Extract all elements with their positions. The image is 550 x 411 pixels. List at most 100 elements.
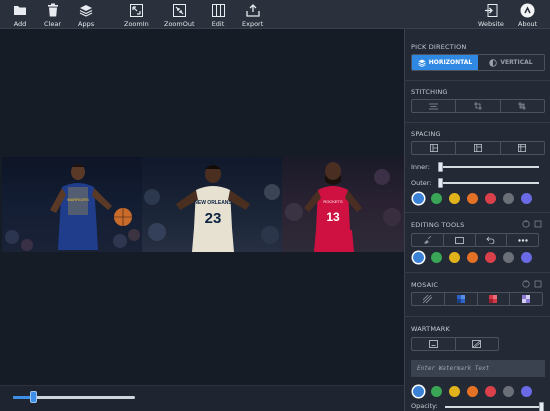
color-swatch[interactable]	[503, 252, 514, 263]
color-swatch[interactable]	[413, 386, 424, 397]
color-swatch[interactable]	[521, 252, 532, 263]
color-swatch[interactable]	[449, 386, 460, 397]
clear-button[interactable]: Clear	[44, 2, 61, 28]
editing-tools	[411, 233, 539, 247]
color-swatch[interactable]	[431, 252, 442, 263]
toolbar: Add Clear Apps ZoomIn ZoomOut Edit Expor…	[0, 0, 550, 29]
spacing-options	[411, 141, 545, 155]
add-button[interactable]: Add	[12, 2, 28, 28]
more-icon	[517, 238, 528, 242]
photo-player-1[interactable]: WARRIORS	[2, 157, 142, 252]
vertical-button[interactable]: VERTICAL	[478, 55, 544, 70]
outer-slider-thumb[interactable]	[438, 178, 443, 188]
opacity-slider-track[interactable]	[445, 406, 543, 408]
apps-button[interactable]: Apps	[78, 2, 94, 28]
color-swatch[interactable]	[449, 252, 460, 263]
outer-label: Outer:	[411, 179, 432, 187]
color-swatch[interactable]	[467, 252, 478, 263]
reset-icon[interactable]	[522, 280, 530, 288]
pick-direction-title: PICK DIRECTION	[411, 43, 467, 51]
watermark-options	[411, 337, 499, 351]
color-swatch[interactable]	[503, 193, 514, 204]
website-button[interactable]: Website	[478, 2, 504, 28]
mosaic-red-button[interactable]	[478, 293, 511, 305]
layers-icon	[78, 2, 94, 18]
more-tool[interactable]	[507, 234, 538, 246]
add-label: Add	[13, 20, 27, 28]
mosaic-pattern-button[interactable]	[510, 293, 542, 305]
stitch-crop-button[interactable]	[456, 100, 501, 112]
zoom-in-button[interactable]: ZoomIn	[124, 2, 149, 28]
color-swatch[interactable]	[521, 193, 532, 204]
about-button[interactable]: About	[518, 2, 537, 28]
watermark-text-input[interactable]	[411, 360, 545, 377]
inner-slider-track[interactable]	[439, 166, 539, 168]
color-swatch[interactable]	[503, 386, 514, 397]
reset-icon[interactable]	[522, 220, 530, 228]
zoom-out-button[interactable]: ZoomOut	[164, 2, 195, 28]
color-swatch[interactable]	[413, 193, 424, 204]
about-label: About	[518, 20, 538, 28]
jersey-text-1: WARRIORS	[67, 197, 89, 202]
stitch-crop-alt-button[interactable]	[501, 100, 544, 112]
crop-icon	[473, 102, 482, 110]
divider	[405, 80, 550, 81]
clear-label: Clear	[44, 20, 61, 28]
divider	[405, 272, 550, 273]
editing-color-picker	[413, 252, 532, 263]
color-swatch[interactable]	[521, 386, 532, 397]
zoom-slider-thumb[interactable]	[30, 391, 37, 403]
zoom-in-label: ZoomIn	[124, 20, 149, 28]
canvas-area: WARRIORS NEW ORLEANS 23 ROCKETS 13	[0, 29, 404, 385]
photo-player-3[interactable]: ROCKETS 13	[282, 157, 404, 252]
watermark-image-button[interactable]	[456, 338, 499, 350]
color-swatch[interactable]	[485, 252, 496, 263]
photo-player-2[interactable]: NEW ORLEANS 23	[142, 157, 282, 252]
color-swatch[interactable]	[431, 193, 442, 204]
jersey-text-3: ROCKETS	[323, 199, 343, 204]
mosaic-lines-button[interactable]	[412, 293, 445, 305]
mosaic-blue-button[interactable]	[445, 293, 478, 305]
color-swatch[interactable]	[485, 386, 496, 397]
color-swatch[interactable]	[467, 193, 478, 204]
brush-tool[interactable]	[412, 234, 444, 246]
mosaic-options	[411, 292, 543, 306]
export-label: Export	[242, 20, 264, 28]
edit-icon	[210, 2, 226, 18]
opacity-slider-thumb[interactable]	[539, 402, 544, 411]
export-button[interactable]: Export	[242, 2, 263, 28]
spacing-color-picker	[413, 193, 532, 204]
border-grid-icon	[473, 144, 482, 152]
edit-button[interactable]: Edit	[210, 2, 226, 28]
rectangle-tool[interactable]	[444, 234, 476, 246]
border-left-icon	[429, 144, 438, 152]
spacing-outer-button[interactable]	[456, 142, 501, 154]
spacing-all-button[interactable]	[501, 142, 544, 154]
website-label: Website	[478, 20, 504, 28]
stitch-align-button[interactable]	[412, 100, 457, 112]
app-window: Add Clear Apps ZoomIn ZoomOut Edit Expor…	[0, 0, 550, 411]
watermark-text-button[interactable]	[412, 338, 456, 350]
text-box-icon	[428, 340, 438, 348]
editing-tools-title: EDITING TOOLS	[411, 221, 465, 229]
horizontal-button[interactable]: HORIZONTAL	[412, 55, 478, 70]
delete-icon[interactable]	[534, 280, 542, 288]
direction-toggle: HORIZONTAL VERTICAL	[411, 54, 545, 71]
delete-icon[interactable]	[534, 220, 542, 228]
border-all-icon	[518, 144, 527, 152]
outer-slider-track[interactable]	[439, 182, 539, 184]
color-swatch[interactable]	[467, 386, 478, 397]
inner-slider-thumb[interactable]	[438, 162, 443, 172]
watermark-title: WARTMARK	[411, 325, 450, 333]
vertical-label: VERTICAL	[500, 59, 533, 66]
layers-icon	[418, 59, 426, 67]
color-swatch[interactable]	[413, 252, 424, 263]
trash-icon	[45, 2, 61, 18]
spacing-inner-button[interactable]	[412, 142, 457, 154]
color-swatch[interactable]	[485, 193, 496, 204]
settings-panel: PICK DIRECTION HORIZONTAL VERTICAL STITC…	[404, 29, 550, 411]
color-swatch[interactable]	[449, 193, 460, 204]
undo-tool[interactable]	[476, 234, 508, 246]
zoom-out-label: ZoomOut	[164, 20, 195, 28]
color-swatch[interactable]	[431, 386, 442, 397]
